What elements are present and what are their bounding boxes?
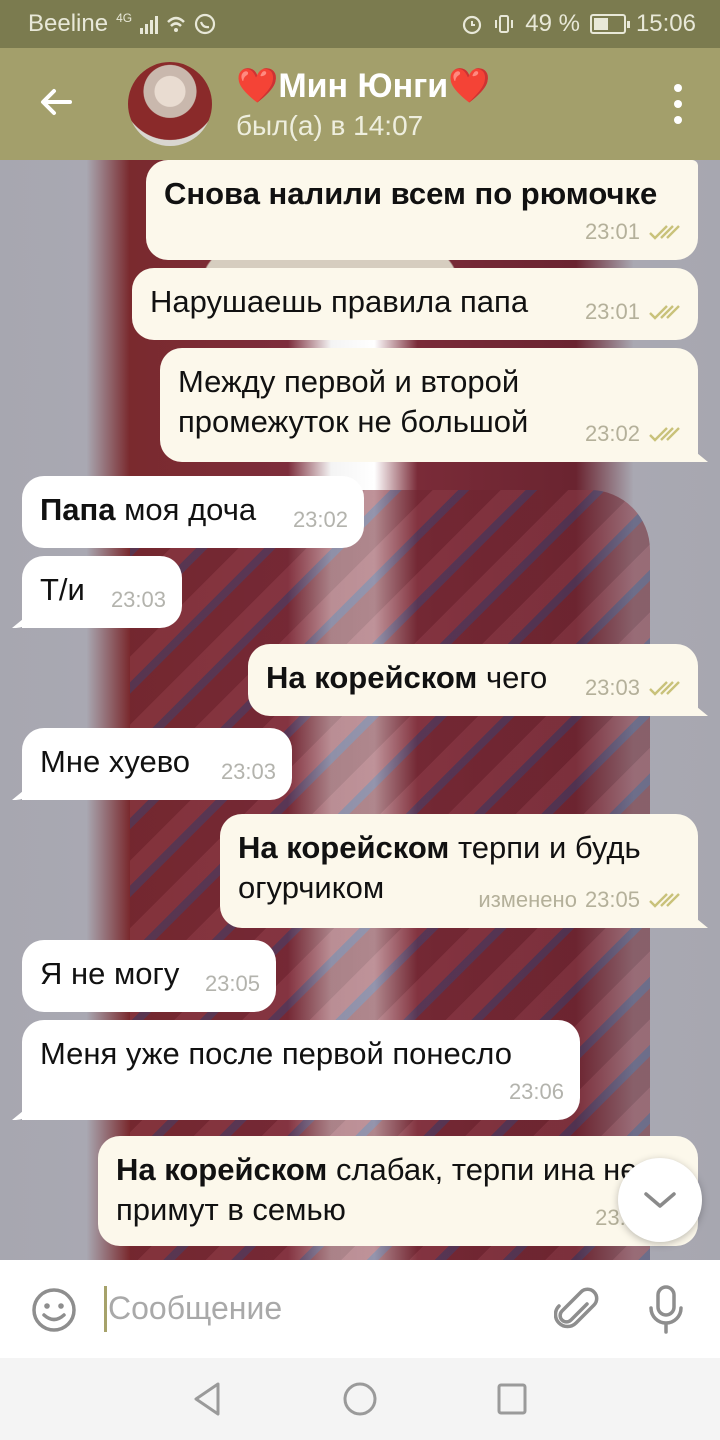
contact-name[interactable]: ❤️Мин Юнги❤️ [236,66,491,106]
message-composer [0,1260,720,1358]
message-time: 23:03 [584,675,640,700]
message-text: Меня уже после первой понесло [40,1036,512,1071]
message-bubble[interactable]: На корейском чего 23:03 [248,644,698,716]
message-meta: 23:03 [111,580,166,620]
smiley-icon[interactable] [30,1286,78,1334]
message-text: Т/и [40,572,85,607]
message-bubble[interactable]: Нарушаешь правила папа 23:01 [132,268,698,340]
message-bubble[interactable]: Между первой и второй промежуток не боль… [160,348,698,462]
message-bubble[interactable]: Папа моя доча 23:02 [22,476,364,548]
message-bubble[interactable]: Мне хуево 23:03 [22,728,292,800]
more-vert-icon[interactable] [672,84,684,124]
message-bubble[interactable]: Т/и 23:03 [22,556,182,628]
system-navigation-bar [0,1358,720,1440]
alarm-icon [463,15,482,35]
message-text: Между первой и второй промежуток не боль… [178,364,529,439]
message-time: 23:03 [110,587,166,612]
contact-avatar[interactable] [128,62,212,146]
nav-recents-icon[interactable] [496,1380,528,1418]
double-check-icon [649,893,680,908]
message-meta: 23:03 [221,752,276,792]
message-time: 23:06 [508,1079,564,1104]
message-time: 23:05 [204,971,260,996]
message-meta: изменено 23:05 [478,880,682,920]
message-text: На корейском чего [266,660,548,695]
message-bubble[interactable]: Я не могу 23:05 [22,940,276,1012]
message-time: 23:01 [584,219,640,244]
scroll-to-bottom-button[interactable] [618,1158,702,1242]
message-meta: 23:01 [585,292,682,332]
double-check-icon [649,681,680,696]
double-check-icon [649,305,680,320]
nav-back-icon[interactable] [190,1380,224,1418]
carrier-label: Beeline [28,10,109,37]
message-meta: 23:05 [205,964,260,1004]
message-bubble[interactable]: На корейском терпи и будь огурчиком изме… [220,814,698,928]
message-meta: 23:01 [585,212,682,252]
status-bar: Beeline 4G 49 % 15:06 [0,0,720,48]
message-time: 23:02 [292,507,348,532]
chevron-down-icon [644,1192,676,1208]
message-time: 23:02 [584,421,640,446]
message-input[interactable] [108,1290,528,1327]
microphone-icon[interactable] [646,1284,686,1336]
network-type-label: 4G [116,11,133,25]
battery-percent-label: 49 % [525,10,580,37]
double-check-icon [649,427,680,442]
message-time: 23:05 [584,887,640,912]
message-text: Мне хуево [40,744,191,779]
message-time: 23:03 [220,759,276,784]
message-bubble[interactable]: Меня уже после первой понесло 23:06 [22,1020,580,1120]
chat-header: ❤️Мин Юнги❤️ был(а) в 14:07 [0,48,720,160]
nav-home-icon[interactable] [342,1380,378,1418]
message-text: Снова налили всем по рюмочке [164,176,658,211]
vibrate-icon [495,15,514,33]
clock-label: 15:06 [635,10,696,37]
paperclip-icon[interactable] [554,1286,600,1334]
message-text: Нарушаешь правила папа [150,284,529,319]
message-bubble[interactable]: На корейском слабак, терпи ина не примут… [98,1136,698,1246]
text-caret [104,1286,107,1332]
battery-icon [589,14,630,34]
edited-label: изменено [478,887,577,912]
wifi-icon [167,16,185,32]
message-meta: 23:02 [293,500,348,540]
signal-icon [140,14,159,34]
back-arrow-icon[interactable] [32,78,80,126]
message-meta: 23:03 [585,668,682,708]
message-meta: 23:06 [509,1072,564,1112]
message-meta: 23:02 [585,414,682,454]
whatsapp-icon [194,13,216,35]
message-text: Я не могу [40,956,180,991]
message-bubble[interactable]: Снова налили всем по рюмочке 23:01 [146,160,698,260]
message-list[interactable]: Снова налили всем по рюмочке 23:01 Наруш… [0,160,720,1260]
message-text: На корейском слабак, терпи ина не примут… [116,1152,638,1227]
message-time: 23:01 [584,299,640,324]
last-seen-status: был(а) в 14:07 [236,110,424,141]
message-text: Папа моя доча [40,492,257,527]
double-check-icon [649,225,680,240]
